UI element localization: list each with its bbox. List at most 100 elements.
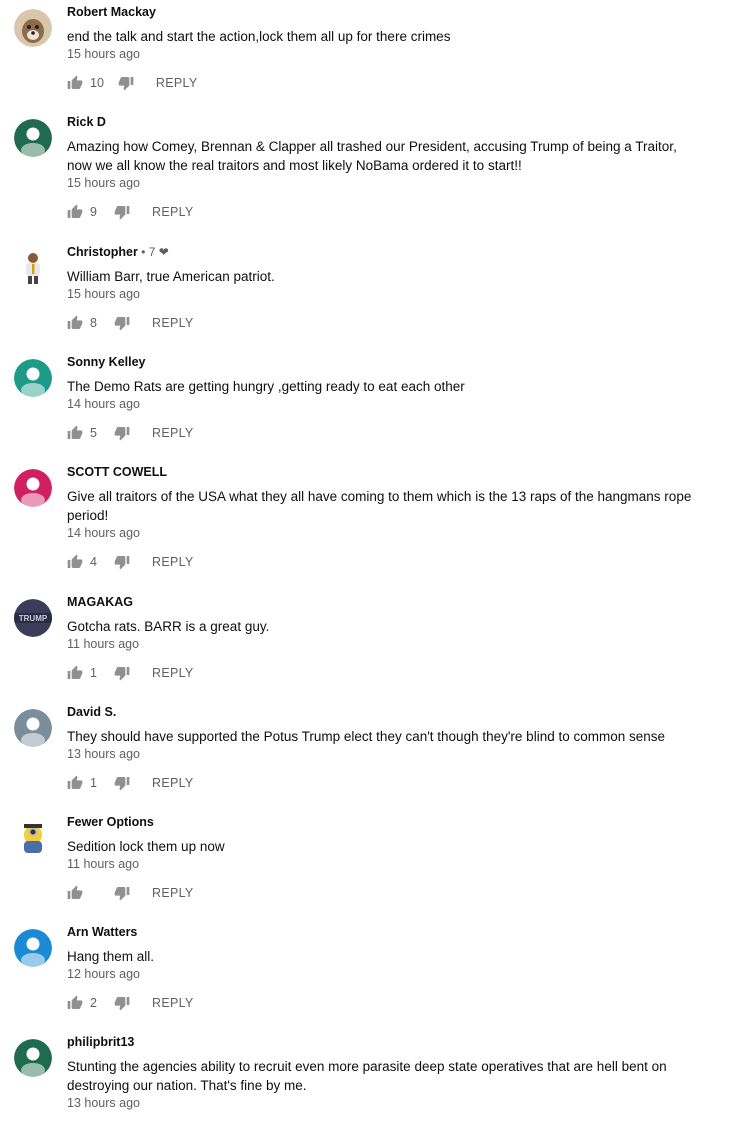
thumbs-up-icon[interactable]: [67, 995, 83, 1011]
reply-button[interactable]: REPLY: [152, 776, 194, 790]
comment-author[interactable]: SCOTT COWELL: [67, 465, 167, 479]
thumbs-down-icon[interactable]: [114, 995, 130, 1011]
comment-author[interactable]: Rick D: [67, 115, 106, 129]
author-name[interactable]: philipbrit13: [67, 1035, 134, 1049]
comment-timestamp[interactable]: 15 hours ago: [67, 176, 140, 190]
comment-text: Amazing how Comey, Brennan & Clapper all…: [67, 139, 677, 173]
author-name[interactable]: Arn Watters: [67, 925, 137, 939]
comment-actions: 8 REPLY: [67, 314, 194, 332]
avatar[interactable]: [14, 709, 52, 747]
author-name[interactable]: David S.: [67, 705, 116, 719]
reply-button[interactable]: REPLY: [152, 666, 194, 680]
reply-button[interactable]: REPLY: [152, 886, 194, 900]
comment-author[interactable]: Fewer Options: [67, 815, 154, 829]
avatar[interactable]: [14, 469, 52, 507]
reply-button[interactable]: REPLY: [156, 76, 198, 90]
comment-timestamp[interactable]: 12 hours ago: [67, 967, 140, 981]
thumbs-down-icon[interactable]: [114, 554, 130, 570]
comment-actions: 5 REPLY: [67, 424, 194, 442]
thumbs-up-icon[interactable]: [67, 75, 83, 91]
comment-item: David S. They should have supported the P…: [0, 705, 736, 809]
thumbs-up-icon[interactable]: [67, 665, 83, 681]
comment-author[interactable]: Christopher • 7 ❤: [67, 245, 169, 259]
comment-item: Rick D Amazing how Comey, Brennan & Clapp…: [0, 115, 736, 221]
comment-text: Hang them all.: [67, 949, 155, 964]
thumbs-down-icon[interactable]: [114, 204, 130, 220]
like-count: 8: [90, 316, 97, 330]
avatar[interactable]: [14, 249, 52, 287]
thumbs-up-icon[interactable]: [67, 775, 83, 791]
comment-text: end the talk and start the action,lock t…: [67, 29, 451, 44]
like-count: 9: [90, 205, 97, 219]
author-name[interactable]: Christopher: [67, 245, 138, 259]
thumbs-down-icon[interactable]: [114, 315, 130, 331]
thumbs-up-icon[interactable]: [67, 885, 83, 901]
comment-actions: 1 REPLY: [67, 774, 194, 792]
avatar[interactable]: TRUMP: [14, 599, 52, 637]
avatar[interactable]: [14, 359, 52, 397]
avatar[interactable]: [14, 9, 52, 47]
avatar[interactable]: [14, 819, 52, 857]
author-name[interactable]: SCOTT COWELL: [67, 465, 167, 479]
reply-button[interactable]: REPLY: [152, 555, 194, 569]
author-name[interactable]: Robert Mackay: [67, 5, 156, 19]
thumbs-up-icon[interactable]: [67, 554, 83, 570]
comment-text: Gotcha rats. BARR is a great guy.: [67, 619, 270, 634]
comment-text: Stunting the agencies ability to recruit…: [67, 1059, 667, 1093]
comment-item: Christopher • 7 ❤ William Barr, true Amer…: [0, 245, 736, 349]
comment-timestamp[interactable]: 11 hours ago: [67, 637, 139, 651]
author-name[interactable]: Sonny Kelley: [67, 355, 146, 369]
comment-timestamp[interactable]: 15 hours ago: [67, 47, 140, 61]
avatar[interactable]: [14, 1039, 52, 1077]
comment-timestamp[interactable]: 15 hours ago: [67, 287, 140, 301]
author-name[interactable]: Fewer Options: [67, 815, 154, 829]
comment-actions: 9 REPLY: [67, 203, 194, 221]
comment-item: Robert Mackay end the talk and start the …: [0, 5, 736, 109]
comment-author[interactable]: David S.: [67, 705, 116, 719]
comment-author[interactable]: Sonny Kelley: [67, 355, 146, 369]
comment-timestamp[interactable]: 13 hours ago: [67, 1096, 140, 1110]
author-name[interactable]: Rick D: [67, 115, 106, 129]
thumbs-up-icon[interactable]: [67, 204, 83, 220]
comment-timestamp[interactable]: 14 hours ago: [67, 526, 140, 540]
thumbs-down-icon[interactable]: [114, 665, 130, 681]
like-count: 2: [90, 996, 97, 1010]
thumbs-down-icon[interactable]: [114, 775, 130, 791]
comment-text: The Demo Rats are getting hungry ,gettin…: [67, 379, 465, 394]
comment-text: Give all traitors of the USA what they a…: [67, 489, 692, 523]
comment-actions: 1 REPLY: [67, 664, 194, 682]
comment-author[interactable]: philipbrit13: [67, 1035, 134, 1049]
avatar[interactable]: [14, 929, 52, 967]
like-count: 1: [90, 666, 97, 680]
thumbs-up-icon[interactable]: [67, 425, 83, 441]
comment-text: Sedition lock them up now: [67, 839, 225, 854]
svg-text:TRUMP: TRUMP: [19, 614, 48, 623]
comment-actions: 10 REPLY: [67, 74, 197, 92]
reply-button[interactable]: REPLY: [152, 205, 194, 219]
comment-item: philipbrit13 Stunting the agencies abilit…: [0, 1035, 736, 1139]
reply-button[interactable]: REPLY: [152, 426, 194, 440]
thumbs-down-icon[interactable]: [114, 425, 130, 441]
comment-item: Sonny Kelley The Demo Rats are getting hu…: [0, 355, 736, 459]
like-count: 1: [90, 776, 97, 790]
comment-text: They should have supported the Potus Tru…: [67, 729, 666, 744]
reply-button[interactable]: REPLY: [152, 316, 194, 330]
avatar[interactable]: [14, 119, 52, 157]
author-name[interactable]: MAGAKAG: [67, 595, 133, 609]
comment-actions: REPLY: [67, 884, 194, 902]
like-count: 10: [90, 76, 104, 90]
comment-item: TRUMP MAGAKAG Gotcha rats. BARR is a great…: [0, 595, 736, 699]
comment-timestamp[interactable]: 14 hours ago: [67, 397, 140, 411]
thumbs-down-icon[interactable]: [118, 75, 134, 91]
comment-author[interactable]: Arn Watters: [67, 925, 137, 939]
thumbs-up-icon[interactable]: [67, 315, 83, 331]
like-count: 4: [90, 555, 97, 569]
author-badge: • 7 ❤: [137, 245, 169, 259]
comment-timestamp[interactable]: 11 hours ago: [67, 857, 139, 871]
comment-timestamp[interactable]: 13 hours ago: [67, 747, 140, 761]
comment-item: Arn Watters Hang them all. 12 hours ago 2 RE…: [0, 925, 736, 1029]
thumbs-down-icon[interactable]: [114, 885, 130, 901]
comment-author[interactable]: MAGAKAG: [67, 595, 133, 609]
comment-author[interactable]: Robert Mackay: [67, 5, 156, 19]
reply-button[interactable]: REPLY: [152, 996, 194, 1010]
